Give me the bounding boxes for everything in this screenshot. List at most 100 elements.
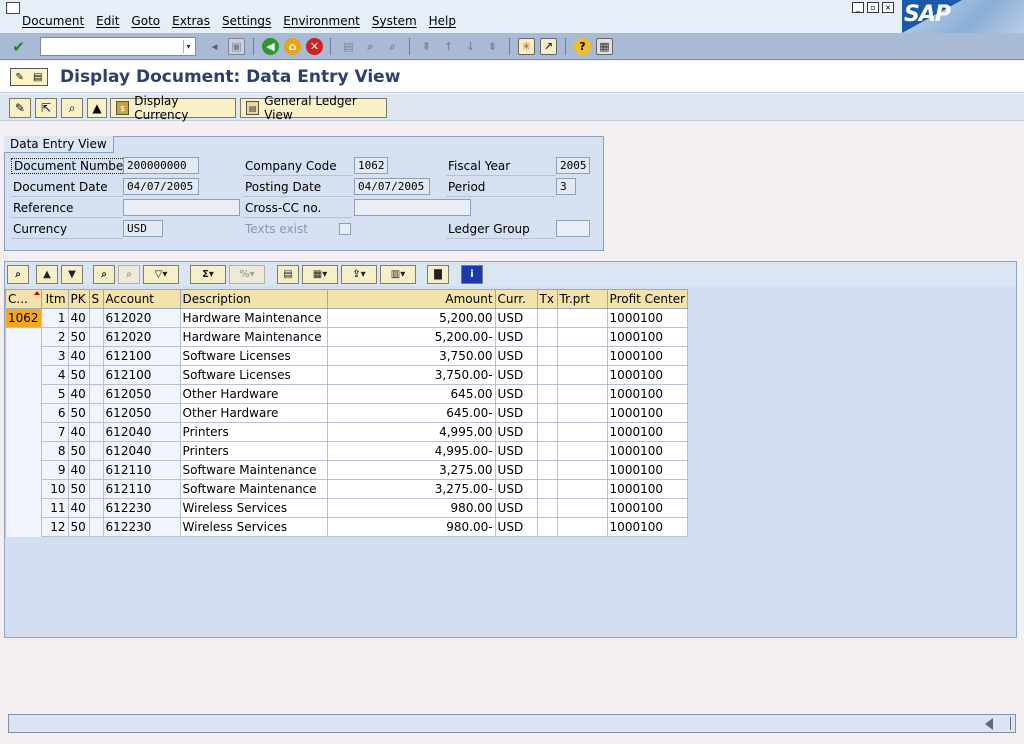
- command-dropdown-icon[interactable]: ▾: [183, 40, 193, 53]
- minimize-icon[interactable]: _: [852, 2, 864, 13]
- cell-amount[interactable]: 4,995.00: [326, 422, 496, 442]
- cell-profit-center[interactable]: 1000100: [606, 365, 689, 385]
- cell-tax[interactable]: [536, 517, 558, 537]
- cell-item[interactable]: 12: [40, 517, 69, 537]
- table-row[interactable]: 5 40 612050 Other Hardware 645.00 USD 1000100: [5, 384, 689, 404]
- new-session-icon[interactable]: ✳: [518, 38, 535, 55]
- cell-trading-partner[interactable]: [556, 498, 608, 518]
- menu-system[interactable]: System: [372, 14, 417, 28]
- table-row[interactable]: 11 40 612230 Wireless Services 980.00 USD 1000…: [5, 498, 689, 518]
- cell-tax[interactable]: [536, 403, 558, 423]
- cell-profit-center[interactable]: 1000100: [606, 422, 689, 442]
- col-currency[interactable]: Curr.: [494, 289, 538, 309]
- cell-posting-key[interactable]: 50: [67, 365, 90, 385]
- table-row[interactable]: 1062 1 40 612020 Hardware Maintenance 5,200.0…: [5, 308, 689, 328]
- cell-trading-partner[interactable]: [556, 422, 608, 442]
- cell-account[interactable]: 612230: [102, 498, 181, 518]
- menu-edit[interactable]: Edit: [96, 14, 119, 28]
- ledger-group-field[interactable]: [556, 220, 590, 237]
- cell-profit-center[interactable]: 1000100: [606, 403, 689, 423]
- table-row[interactable]: 6 50 612050 Other Hardware 645.00- USD 1000100: [5, 403, 689, 423]
- cell-posting-key[interactable]: 50: [67, 479, 90, 499]
- cell-s[interactable]: [88, 479, 104, 499]
- cell-item[interactable]: 10: [40, 479, 69, 499]
- cell-account[interactable]: 612100: [102, 365, 181, 385]
- cell-currency[interactable]: USD: [494, 346, 538, 366]
- back-icon[interactable]: ◀: [262, 38, 279, 55]
- cell-company-code[interactable]: [5, 384, 42, 404]
- graphic-button[interactable]: ▇: [427, 265, 449, 284]
- cell-account[interactable]: 612040: [102, 441, 181, 461]
- cell-currency[interactable]: USD: [494, 384, 538, 404]
- cell-currency[interactable]: USD: [494, 308, 538, 328]
- cell-s[interactable]: [88, 346, 104, 366]
- exit-icon[interactable]: ⌂: [284, 38, 301, 55]
- cell-posting-key[interactable]: 40: [67, 498, 90, 518]
- cell-profit-center[interactable]: 1000100: [606, 384, 689, 404]
- cell-company-code[interactable]: [5, 403, 42, 423]
- sort-ascending-button[interactable]: ▲: [36, 265, 58, 284]
- cell-tax[interactable]: [536, 441, 558, 461]
- cell-item[interactable]: 11: [40, 498, 69, 518]
- cell-amount[interactable]: 3,275.00-: [326, 479, 496, 499]
- display-change-button[interactable]: ✎: [9, 98, 31, 118]
- cell-profit-center[interactable]: 1000100: [606, 479, 689, 499]
- cell-s[interactable]: [88, 498, 104, 518]
- cell-company-code[interactable]: [5, 498, 42, 518]
- fiscal-year-field[interactable]: 2005: [556, 157, 590, 174]
- cell-tax[interactable]: [536, 346, 558, 366]
- cell-company-code[interactable]: [5, 346, 42, 366]
- cell-currency[interactable]: USD: [494, 441, 538, 461]
- cell-trading-partner[interactable]: [556, 403, 608, 423]
- table-row[interactable]: 3 40 612100 Software Licenses 3,750.00 USD 100…: [5, 346, 689, 366]
- cell-description[interactable]: Printers: [179, 441, 328, 461]
- document-switch-icon[interactable]: ✎ ▤: [10, 68, 48, 86]
- cell-currency[interactable]: USD: [494, 479, 538, 499]
- cell-company-code[interactable]: [5, 365, 42, 385]
- sort-descending-button[interactable]: ▼: [61, 265, 83, 284]
- cell-company-code[interactable]: [5, 460, 42, 480]
- cell-company-code[interactable]: [5, 479, 42, 499]
- cell-s[interactable]: [88, 517, 104, 537]
- cell-trading-partner[interactable]: [556, 460, 608, 480]
- cell-item[interactable]: 8: [40, 441, 69, 461]
- table-row[interactable]: 8 50 612040 Printers 4,995.00- USD 1000100: [5, 441, 689, 461]
- cell-tax[interactable]: [536, 308, 558, 328]
- information-button[interactable]: i: [461, 265, 483, 284]
- cell-profit-center[interactable]: 1000100: [606, 517, 689, 537]
- cell-description[interactable]: Software Licenses: [179, 365, 328, 385]
- cell-currency[interactable]: USD: [494, 365, 538, 385]
- cell-amount[interactable]: 5,200.00-: [326, 327, 496, 347]
- cell-profit-center[interactable]: 1000100: [606, 346, 689, 366]
- layout-button[interactable]: ▥▾: [380, 265, 416, 284]
- cell-company-code[interactable]: [5, 517, 42, 537]
- layout-menu-icon[interactable]: ▦: [596, 38, 613, 55]
- menu-environment[interactable]: Environment: [283, 14, 360, 28]
- cell-company-code[interactable]: [5, 327, 42, 347]
- cell-posting-key[interactable]: 50: [67, 517, 90, 537]
- menu-extras[interactable]: Extras: [172, 14, 210, 28]
- cell-s[interactable]: [88, 422, 104, 442]
- cell-description[interactable]: Wireless Services: [179, 498, 328, 518]
- cell-amount[interactable]: 3,750.00-: [326, 365, 496, 385]
- table-row[interactable]: 12 50 612230 Wireless Services 980.00- USD 100…: [5, 517, 689, 537]
- general-ledger-view-button[interactable]: ▤ General Ledger View: [240, 94, 387, 122]
- help-icon[interactable]: ?: [574, 38, 591, 55]
- table-row[interactable]: 2 50 612020 Hardware Maintenance 5,200.00- US…: [5, 327, 689, 347]
- cell-tax[interactable]: [536, 498, 558, 518]
- cell-currency[interactable]: USD: [494, 460, 538, 480]
- cell-description[interactable]: Other Hardware: [179, 403, 328, 423]
- menu-settings[interactable]: Settings: [222, 14, 271, 28]
- display-currency-button[interactable]: $ Display Currency: [110, 94, 236, 122]
- cell-posting-key[interactable]: 40: [67, 346, 90, 366]
- table-row[interactable]: 9 40 612110 Software Maintenance 3,275.00 USD…: [5, 460, 689, 480]
- header-button[interactable]: ▲: [87, 98, 107, 118]
- cell-profit-center[interactable]: 1000100: [606, 498, 689, 518]
- cell-account[interactable]: 612040: [102, 422, 181, 442]
- cell-tax[interactable]: [536, 479, 558, 499]
- cell-account[interactable]: 612230: [102, 517, 181, 537]
- cell-trading-partner[interactable]: [556, 327, 608, 347]
- total-button[interactable]: Σ▾: [190, 265, 226, 284]
- enter-check-icon[interactable]: ✔: [10, 38, 27, 56]
- cell-item[interactable]: 9: [40, 460, 69, 480]
